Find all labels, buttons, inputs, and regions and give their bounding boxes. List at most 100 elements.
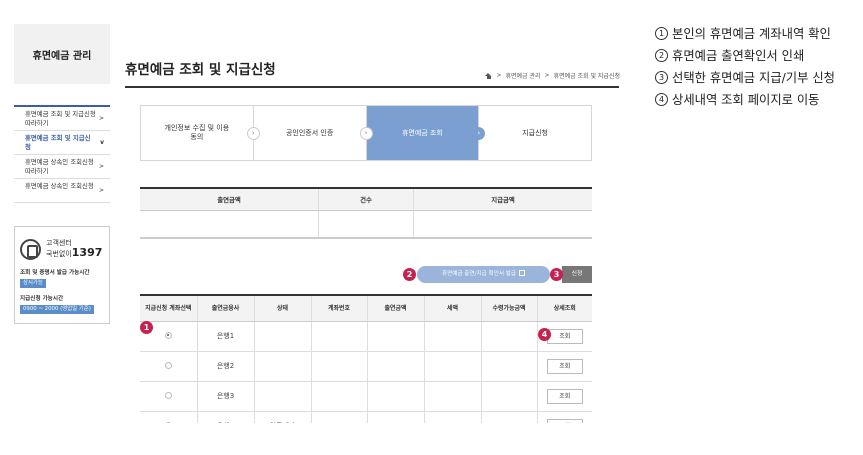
chevron-right-icon: >: [98, 187, 104, 194]
hours-label: 조회 및 증명서 발급 가능시간: [20, 270, 90, 276]
tax-cell: [424, 351, 482, 382]
print-button-label: 휴면예금 출연/지급 확인서 발급: [441, 271, 517, 277]
column-header: 출연금융사: [197, 295, 255, 322]
sidebar-item-inquiry[interactable]: 휴면예금 조회 및 지급신청 v: [14, 131, 110, 155]
home-icon[interactable]: [485, 72, 492, 79]
callout-badge: 4: [538, 328, 551, 341]
note-item: 1 본인의 휴면예금 계좌내역 확인: [655, 26, 850, 43]
print-certificate-button[interactable]: 휴면예금 출연/지급 확인서 발급: [417, 266, 550, 283]
note-text: 선택한 휴면예금 지급/기부 신청: [672, 71, 835, 85]
summary-cell: [140, 210, 320, 239]
step-consent: 개인정보 수집 및 이용동의 ›: [141, 106, 260, 160]
summary-table: 출연금액 건수 지급금액: [140, 187, 592, 239]
sidebar-item-label: 휴면예금 조회 및 지급신청 따라하기: [25, 110, 96, 127]
column-header: 상세조회: [537, 295, 592, 322]
sidebar-item-label: 휴면예금 상속인 조회신청 따라하기: [25, 158, 94, 175]
sidebar-item-heir[interactable]: 휴면예금 상속인 조회신청 >: [14, 179, 110, 203]
note-number: 3: [655, 71, 668, 84]
breadcrumb-separator: >: [544, 72, 550, 79]
amount-cell: [367, 321, 425, 352]
account-radio[interactable]: [164, 421, 172, 423]
sidebar-item-heir-guide[interactable]: 휴면예금 상속인 조회신청 따라하기 >: [14, 155, 110, 179]
sidebar-menu: 휴면예금 조회 및 지급신청 따라하기 > 휴면예금 조회 및 지급신청 v 휴…: [14, 105, 110, 203]
detail-view-button[interactable]: 조회: [546, 358, 583, 374]
contact-phone: 국번없이1397: [46, 246, 103, 259]
institution-cell: 은행1: [197, 321, 255, 352]
payment-hours-label: 지급신청 가능시간: [20, 296, 64, 302]
sidebar-item-label: 휴면예금 상속인 조회신청: [25, 182, 94, 190]
column-header: 지급신청 계좌선택: [140, 295, 198, 322]
status-cell: [254, 381, 312, 412]
summary-cell: [318, 210, 414, 239]
receivable-cell: [481, 351, 538, 382]
page-title: 휴면예금 조회 및 지급신청: [125, 62, 276, 78]
column-header: 계좌번호: [311, 295, 368, 322]
chevron-right-icon: >: [98, 115, 104, 122]
account-cell: [311, 321, 368, 352]
detail-view-button[interactable]: 조회: [546, 418, 583, 423]
breadcrumb: > 휴면예금 관리 > 휴면예금 조회 및 지급신청: [485, 71, 620, 80]
column-header: 수령가능금액: [481, 295, 538, 322]
account-cell: [311, 351, 368, 382]
tax-cell: [424, 321, 482, 352]
receivable-cell: [481, 411, 538, 423]
callout-badge: 1: [140, 321, 153, 334]
summary-cell: [413, 210, 592, 239]
status-cell: 입금계좌: [254, 411, 312, 423]
detail-view-button[interactable]: 조회: [546, 388, 583, 404]
column-header: 상태: [254, 295, 312, 322]
account-cell: [311, 411, 368, 423]
step-label: 공인인증서 인증: [285, 128, 334, 137]
phone-icon: [20, 239, 41, 260]
chevron-right-icon: ›: [359, 127, 373, 140]
external-link-icon: [519, 270, 526, 276]
tax-cell: [424, 411, 482, 423]
sidebar-item-guide[interactable]: 휴면예금 조회 및 지급신청 따라하기 >: [14, 107, 110, 131]
table-row: 은행1 조회: [140, 321, 592, 352]
detail-view-button[interactable]: 조회: [546, 328, 583, 344]
callout-badge: 3: [550, 268, 563, 281]
summary-header: 건수: [318, 188, 414, 211]
contact-box: 고객센터 국번없이1397 조회 및 증명서 발급 가능시간 상시가능 지급신청…: [14, 226, 110, 324]
status-cell: [254, 351, 312, 382]
step-indicator: 개인정보 수집 및 이용동의 › 공인인증서 인증 › 휴면예금 조회 › 지급…: [140, 105, 592, 161]
note-number: 1: [655, 27, 668, 40]
summary-header: 출연금액: [140, 188, 320, 211]
column-header: 출연금액: [367, 295, 425, 322]
step-inquiry: 휴면예금 조회 ›: [366, 106, 486, 160]
apply-button[interactable]: 신청: [562, 266, 592, 283]
callout-badge: 2: [403, 268, 416, 281]
table-row: 은행3 조회: [140, 381, 592, 412]
note-item: 4 상세내역 조회 페이지로 이동: [655, 92, 850, 109]
chevron-down-icon: v: [100, 139, 104, 146]
column-header: 세액: [424, 295, 482, 322]
summary-header: 지급금액: [413, 188, 592, 211]
account-table: 지급신청 계좌선택 출연금융사 상태 계좌번호 출연금액 세액 수령가능금액 상…: [140, 294, 592, 423]
note-number: 2: [655, 49, 668, 62]
note-text: 휴면예금 출연확인서 인쇄: [672, 49, 805, 63]
receivable-cell: [481, 321, 538, 352]
breadcrumb-item[interactable]: 휴면예금 조회 및 지급신청: [554, 71, 620, 80]
note-text: 본인의 휴면예금 계좌내역 확인: [672, 27, 831, 41]
account-radio[interactable]: [164, 361, 172, 369]
breadcrumb-item[interactable]: 휴면예금 관리: [505, 71, 540, 80]
account-radio[interactable]: [164, 391, 172, 399]
sidebar-item-label: 휴면예금 조회 및 지급신청: [25, 134, 91, 151]
account-radio[interactable]: [164, 331, 172, 339]
breadcrumb-separator: >: [496, 72, 502, 79]
institution-cell: 은행3: [197, 381, 255, 412]
payment-hours-value: 0900 ~ 2000 (영업일 기준): [20, 305, 94, 314]
receivable-cell: [481, 381, 538, 412]
note-item: 3 선택한 휴면예금 지급/기부 신청: [655, 70, 850, 87]
chevron-right-icon: ›: [246, 127, 260, 140]
table-row: 은행2 조회: [140, 351, 592, 382]
institution-cell: 은행4: [197, 411, 255, 423]
screenshot-panel: 휴면예금 관리 휴면예금 조회 및 지급신청 따라하기 > 휴면예금 조회 및 …: [14, 12, 634, 423]
phone-prefix: 국번없이: [46, 250, 72, 258]
sidebar-title: 휴면예금 관리: [14, 24, 110, 84]
note-text: 상세내역 조회 페이지로 이동: [672, 93, 820, 107]
phone-number: 1397: [71, 246, 103, 259]
title-divider: [125, 86, 619, 88]
hours-value: 상시가능: [20, 279, 46, 288]
chevron-right-icon: >: [98, 163, 104, 170]
